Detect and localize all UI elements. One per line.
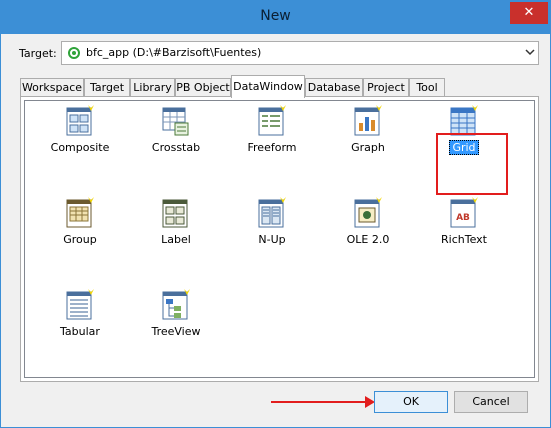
tab-pb-object[interactable]: PB Object	[175, 78, 231, 97]
group-icon	[66, 197, 94, 229]
item-label: Label	[161, 233, 191, 246]
item-crosstab[interactable]: Crosstab	[131, 105, 221, 165]
window-title: New	[260, 8, 291, 24]
target-label: Target:	[19, 47, 57, 60]
item-graph[interactable]: Graph	[323, 105, 413, 165]
new-dialog: New ✕ Target: bfc_app (D:\#Barzisoft\Fue…	[0, 0, 551, 428]
item-label: Group	[63, 233, 97, 246]
item-list: Composite Crosstab Freeform Graph Grid G…	[24, 100, 535, 378]
dialog-body: Target: bfc_app (D:\#Barzisoft\Fuentes) …	[9, 34, 544, 421]
item-composite[interactable]: Composite	[35, 105, 125, 165]
cancel-button[interactable]: Cancel	[454, 391, 528, 413]
item-label: Crosstab	[151, 141, 201, 154]
target-combobox[interactable]: bfc_app (D:\#Barzisoft\Fuentes)	[61, 41, 539, 65]
ok-button[interactable]: OK	[374, 391, 448, 413]
tab-tool[interactable]: Tool	[409, 78, 445, 97]
item-label: TreeView	[151, 325, 201, 338]
target-app-icon	[68, 47, 80, 59]
item-ole[interactable]: OLE 2.0	[323, 197, 413, 257]
item-label: Composite	[50, 141, 110, 154]
tab-project[interactable]: Project	[363, 78, 409, 97]
item-freeform[interactable]: Freeform	[227, 105, 317, 165]
annotation-arrow	[271, 396, 375, 408]
item-label: Tabular	[60, 325, 100, 338]
item-richtext[interactable]: AB RichText	[419, 197, 509, 257]
item-label: Freeform	[247, 141, 297, 154]
freeform-icon	[258, 105, 286, 137]
item-label-style[interactable]: Label	[131, 197, 221, 257]
item-label: Graph	[351, 141, 385, 154]
item-group[interactable]: Group	[35, 197, 125, 257]
crosstab-icon	[162, 105, 190, 137]
item-label: N-Up	[258, 233, 286, 246]
tab-database[interactable]: Database	[305, 78, 363, 97]
title-bar[interactable]: New ✕	[1, 1, 550, 34]
chevron-down-icon[interactable]	[525, 45, 535, 62]
item-tabular[interactable]: Tabular	[35, 289, 125, 349]
item-treeview[interactable]: TreeView	[131, 289, 221, 349]
item-label: OLE 2.0	[346, 233, 390, 246]
tab-datawindow[interactable]: DataWindow	[231, 75, 305, 98]
label-icon	[162, 197, 190, 229]
tab-target[interactable]: Target	[84, 78, 130, 97]
ole-icon	[354, 197, 382, 229]
item-label: RichText	[441, 233, 487, 246]
graph-icon	[354, 105, 382, 137]
item-nup[interactable]: N-Up	[227, 197, 317, 257]
treeview-icon	[162, 289, 190, 321]
annotation-highlight-box	[436, 133, 508, 195]
composite-icon	[66, 105, 94, 137]
datawindow-panel: Composite Crosstab Freeform Graph Grid G…	[20, 96, 539, 382]
richtext-icon: AB	[450, 197, 478, 229]
tab-library[interactable]: Library	[130, 78, 175, 97]
nup-icon	[258, 197, 286, 229]
target-value: bfc_app (D:\#Barzisoft\Fuentes)	[86, 46, 262, 59]
tab-workspace[interactable]: Workspace	[20, 78, 84, 97]
richtext-icon-text: AB	[456, 213, 470, 223]
close-button[interactable]: ✕	[510, 2, 548, 24]
tabular-icon	[66, 289, 94, 321]
